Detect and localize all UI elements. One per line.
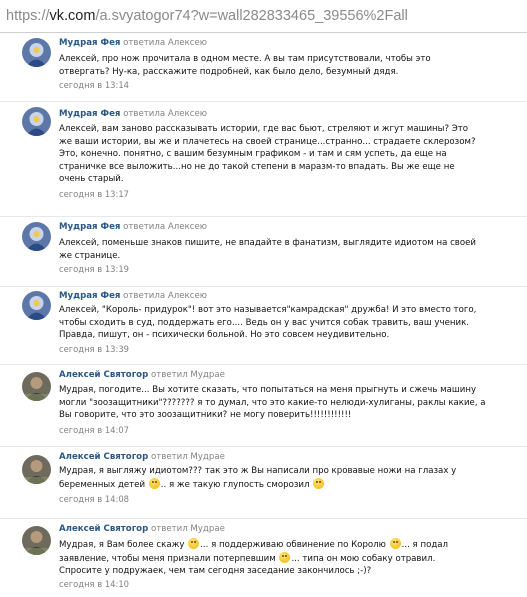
author-link[interactable]: Алексей Святогор xyxy=(59,452,148,462)
text-line: Мудрая, я Вам более скажу ... я поддержи… xyxy=(59,538,519,552)
avatar[interactable] xyxy=(22,38,51,67)
reply-timestamp[interactable]: сегодня в 13:17 xyxy=(59,189,129,199)
text-segment: .. я же такую глупость сморозил xyxy=(160,479,310,490)
divider xyxy=(0,446,527,447)
reply-item: Мудрая Фея ответила Алексею Алексей, про… xyxy=(0,33,527,101)
reply-text: Мудрая, я выгляжу идиотом??? так это ж В… xyxy=(59,465,519,491)
text-line: же ваши истории, вы же и плачетесь на св… xyxy=(59,136,476,147)
divider xyxy=(0,216,527,217)
text-line: Мудрая, погодите... Вы хотите сказать, ч… xyxy=(59,385,477,395)
reply-item: Мудрая Фея ответила Алексею Алексей, пом… xyxy=(0,216,527,286)
wink-emoji-icon xyxy=(389,538,401,549)
smile-emoji-icon xyxy=(188,538,200,549)
text-line: заявление, чтобы меня признали потерпевш… xyxy=(59,551,519,566)
url-path: /a.svyatogor74?w=wall282833465_39556%2Fa… xyxy=(95,8,408,24)
author-link[interactable]: Алексей Святогор xyxy=(59,370,148,380)
text-line: Алексей, поменьше знаков пишите, не впад… xyxy=(59,238,477,248)
divider xyxy=(0,364,527,365)
text-segment: ... типа он мою собаку отравил. xyxy=(291,553,436,564)
author-link[interactable]: Мудрая Фея xyxy=(59,109,120,119)
author-link[interactable]: Мудрая Фея xyxy=(59,38,120,48)
avatar[interactable] xyxy=(22,107,51,136)
avatar[interactable] xyxy=(22,526,51,555)
text-segment: заявление, чтобы меня признали потерпевш… xyxy=(59,553,276,564)
text-line: Алексей, про нож прочитала в одном месте… xyxy=(59,54,431,64)
wink-emoji-icon xyxy=(279,551,291,563)
reply-action[interactable]: ответила Алексею xyxy=(123,38,207,48)
text-segment: ... я поддерживаю обвинение по Королю xyxy=(200,540,386,550)
text-line: чтобы сходить в суд, поддержать его.... … xyxy=(59,317,469,328)
avatar[interactable] xyxy=(22,372,51,401)
address-bar[interactable]: https://vk.com/a.svyatogor74?w=wall28283… xyxy=(0,0,527,33)
text-segment: ... я подал xyxy=(401,540,449,550)
reply-item: Алексей Святогор ответил Мудрае Мудрая, … xyxy=(0,518,527,597)
reply-item: Мудрая Фея ответила Алексею Алексей, "Ко… xyxy=(0,286,527,364)
divider xyxy=(0,518,527,519)
text-line: Это, конечно. понятно, с вашим безумным … xyxy=(59,149,447,159)
reply-text: Мудрая, погодите... Вы хотите сказать, ч… xyxy=(59,384,519,422)
text-line: могли "зоозащитники"??????? я то думал, … xyxy=(59,397,486,408)
text-line: же странице. xyxy=(59,250,121,261)
reply-timestamp[interactable]: сегодня в 13:14 xyxy=(59,80,129,90)
reply-header: Мудрая Фея ответила Алексею xyxy=(59,38,207,48)
reply-text: Алексей, про нож прочитала в одном месте… xyxy=(59,53,519,78)
url-text[interactable]: https://vk.com/a.svyatogor74?w=wall28283… xyxy=(6,8,408,24)
text-line: Алексей, "Король- придурок"! вот это наз… xyxy=(59,305,477,315)
wink-emoji-icon xyxy=(148,477,160,489)
smile-emoji-icon xyxy=(313,477,325,489)
avatar[interactable] xyxy=(22,222,51,251)
reply-timestamp[interactable]: сегодня в 13:19 xyxy=(59,264,129,274)
text-line: Спросите у подружаек, чем там сегодня за… xyxy=(59,566,372,576)
author-link[interactable]: Мудрая Фея xyxy=(59,291,120,301)
author-link[interactable]: Мудрая Фея xyxy=(59,222,120,232)
divider xyxy=(0,286,527,287)
text-line: отвергать? Ну-ка, расскажите подробней, … xyxy=(59,66,399,77)
text-line: беременных детей .. я же такую глупость … xyxy=(59,477,519,492)
text-line: Вы говорите, что это зоозащитники? не мо… xyxy=(59,410,352,420)
url-scheme: https:// xyxy=(6,8,50,24)
reply-action[interactable]: ответил Мудрае xyxy=(151,524,225,534)
reply-header: Алексей Святогор ответил Мудрае xyxy=(59,370,225,380)
reply-item: Мудрая Фея ответила Алексею Алексей, вам… xyxy=(0,101,527,216)
reply-timestamp[interactable]: сегодня в 13:39 xyxy=(59,344,129,354)
reply-text: Мудрая, я Вам более скажу ... я поддержи… xyxy=(59,538,519,578)
reply-header: Мудрая Фея ответила Алексею xyxy=(59,109,207,119)
reply-action[interactable]: ответила Алексею xyxy=(123,109,207,119)
reply-header: Алексей Святогор ответил Мудрае xyxy=(59,524,225,534)
reply-header: Мудрая Фея ответила Алексею xyxy=(59,222,207,232)
reply-action[interactable]: ответил Мудрае xyxy=(151,452,225,462)
reply-timestamp[interactable]: сегодня в 14:07 xyxy=(59,425,129,435)
comment-feed: Мудрая Фея ответила Алексею Алексей, про… xyxy=(0,33,527,597)
reply-header: Мудрая Фея ответила Алексею xyxy=(59,291,207,301)
reply-timestamp[interactable]: сегодня в 14:10 xyxy=(59,579,129,589)
reply-action[interactable]: ответил Мудрае xyxy=(151,370,225,380)
text-line: Алексей, вам заново рассказывать истории… xyxy=(59,124,468,134)
reply-item: Алексей Святогор ответил Мудрае Мудрая, … xyxy=(0,446,527,518)
text-line: очень старый. xyxy=(59,174,124,184)
reply-text: Алексей, поменьше знаков пишите, не впад… xyxy=(59,237,519,262)
reply-action[interactable]: ответила Алексею xyxy=(123,222,207,232)
text-line: Правда, пишут, он - психически больной. … xyxy=(59,330,390,340)
reply-text: Алексей, вам заново рассказывать истории… xyxy=(59,123,519,186)
reply-timestamp[interactable]: сегодня в 14:08 xyxy=(59,494,129,504)
avatar[interactable] xyxy=(22,455,51,484)
reply-text: Алексей, "Король- придурок"! вот это наз… xyxy=(59,304,519,342)
text-segment: Мудрая, я Вам более скажу xyxy=(59,540,185,550)
reply-header: Алексей Святогор ответил Мудрае xyxy=(59,452,225,462)
avatar[interactable] xyxy=(22,291,51,320)
divider xyxy=(0,101,527,102)
reply-action[interactable]: ответила Алексею xyxy=(123,291,207,301)
text-line: Мудрая, я выгляжу идиотом??? так это ж В… xyxy=(59,466,457,476)
text-line: страничке все выложить...но не до такой … xyxy=(59,161,455,172)
url-host: vk.com xyxy=(49,8,96,24)
author-link[interactable]: Алексей Святогор xyxy=(59,524,148,534)
text-segment: беременных детей xyxy=(59,479,146,490)
reply-item: Алексей Святогор ответил Мудрае Мудрая, … xyxy=(0,364,527,446)
